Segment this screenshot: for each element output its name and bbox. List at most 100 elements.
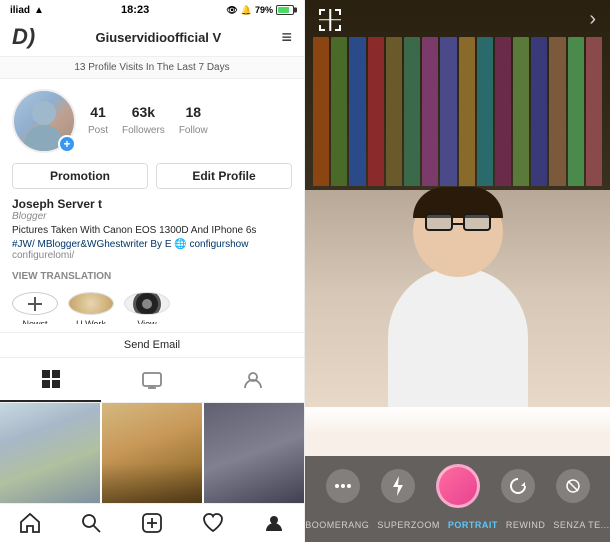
- followers-stat[interactable]: 63k Followers: [122, 104, 165, 138]
- nav-add[interactable]: [122, 512, 183, 534]
- mode-senza[interactable]: SENZA TE...: [553, 520, 609, 530]
- person-silhouette: [358, 187, 558, 407]
- tab-grid[interactable]: [0, 358, 101, 402]
- highlight-add[interactable]: Newst: [12, 292, 58, 324]
- tab-user[interactable]: [203, 358, 304, 402]
- add-icon: [141, 512, 163, 534]
- dots-icon: [334, 480, 352, 492]
- camera-bottom-bar: BOOMERANG SUPERZOOM PORTRAIT REWIND SENZ…: [305, 456, 610, 542]
- wifi-icon: ▲: [34, 5, 44, 16]
- crosshair-icon: [319, 9, 341, 31]
- glass-right: [463, 213, 491, 231]
- nav-profile[interactable]: [243, 512, 304, 534]
- person-head: [413, 187, 503, 277]
- photo-cell-1[interactable]: [0, 403, 100, 503]
- highlights-row: Newst U Work View: [0, 286, 304, 332]
- add-story-button[interactable]: +: [58, 135, 76, 153]
- profile-buttons: Promotion Edit Profile: [0, 159, 304, 197]
- carrier-text: iliad: [10, 5, 30, 16]
- grid-icon: [40, 368, 62, 390]
- send-email-button[interactable]: Send Email: [0, 332, 304, 358]
- nofilter-icon: [565, 478, 581, 494]
- camera-icons-row: [305, 456, 610, 516]
- profile-hashtag: #JW/ MBlogger&WGhestwriter By E 🌐 config…: [12, 239, 292, 250]
- nav-home[interactable]: [0, 512, 61, 534]
- nav-heart[interactable]: [182, 512, 243, 534]
- nav-search[interactable]: [61, 512, 122, 534]
- profile-name: Joseph Server t: [12, 197, 292, 211]
- camera-modes: BOOMERANG SUPERZOOM PORTRAIT REWIND SENZ…: [305, 516, 610, 536]
- search-icon: [80, 512, 102, 534]
- mode-rewind[interactable]: REWIND: [506, 520, 546, 530]
- photo-cell-2[interactable]: [102, 403, 202, 503]
- followers-count: 63k: [122, 104, 165, 120]
- highlight-granola-circle: [68, 292, 114, 315]
- profile-icon: [263, 512, 285, 534]
- highlight-lens[interactable]: View: [124, 292, 170, 324]
- posts-stat: 41 Post: [88, 104, 108, 138]
- camera-rewind-button[interactable]: [501, 469, 535, 503]
- promotion-button[interactable]: Promotion: [12, 163, 148, 189]
- camera-flash-button[interactable]: [381, 469, 415, 503]
- status-left: iliad ▲: [10, 5, 44, 16]
- glass-bridge: [453, 223, 463, 225]
- following-count: 18: [179, 104, 208, 120]
- user-icon: [242, 369, 264, 391]
- posts-count: 41: [88, 104, 108, 120]
- instagram-profile-panel: iliad ▲ 18:23 👁 🔔 79% D) Giuservidiooffi…: [0, 0, 305, 542]
- status-right: 👁 🔔 79%: [226, 5, 294, 16]
- heart-icon: [202, 512, 224, 534]
- person-glasses: [423, 213, 493, 235]
- profile-link[interactable]: configurelomi/: [12, 250, 292, 261]
- bottom-nav: [0, 503, 304, 542]
- posts-label: Post: [88, 125, 108, 136]
- battery-text: 79%: [255, 5, 273, 15]
- books: [305, 37, 610, 186]
- highlight-add-circle: [12, 292, 58, 315]
- visits-banner: 13 Profile Visits In The Last 7 Days: [0, 57, 304, 79]
- edit-profile-button[interactable]: Edit Profile: [156, 163, 292, 189]
- followers-label: Followers: [122, 125, 165, 136]
- avatar-wrapper: +: [12, 89, 76, 153]
- tab-bar: [0, 358, 304, 403]
- following-label: Follow: [179, 125, 208, 136]
- app-logo: D): [12, 24, 35, 50]
- chevron-right-icon[interactable]: ›: [589, 8, 596, 31]
- status-time: 18:23: [121, 4, 149, 16]
- profile-info: Joseph Server t Blogger Pictures Taken W…: [0, 197, 304, 267]
- camera-record-button[interactable]: [436, 464, 480, 508]
- camera-dots-button[interactable]: [326, 469, 360, 503]
- menu-button[interactable]: ≡: [281, 27, 292, 48]
- camera-panel: ›: [305, 0, 610, 542]
- highlight-lens-label: View: [137, 319, 156, 324]
- mode-boomerang[interactable]: BOOMERANG: [305, 520, 369, 530]
- eye-icon: 👁: [226, 5, 237, 16]
- photo-cell-3[interactable]: [204, 403, 304, 503]
- camera-nofilter-button[interactable]: [556, 469, 590, 503]
- highlight-granola-label: U Work: [76, 319, 106, 324]
- view-translation-button[interactable]: VIEW TRANSLATION: [0, 267, 304, 286]
- person-shirt: [388, 267, 528, 407]
- battery-icon: [276, 5, 294, 15]
- tv-icon: [141, 369, 163, 391]
- photo-grid: [0, 403, 304, 503]
- volume-icon: 🔔: [241, 5, 252, 16]
- home-icon: [19, 512, 41, 534]
- stats-row: 41 Post 63k Followers 18 Follow: [88, 104, 208, 138]
- rewind-icon: [509, 477, 527, 495]
- profile-header: + 41 Post 63k Followers 18 Follow: [0, 79, 304, 159]
- lightning-icon: [391, 476, 405, 496]
- highlight-granola[interactable]: U Work: [68, 292, 114, 324]
- highlight-new-label: Newst: [22, 319, 47, 324]
- camera-top-bar: ›: [305, 8, 610, 31]
- nav-bar: D) Giuservidioofficial V ≡: [0, 18, 304, 57]
- profile-username: Giuservidioofficial V: [96, 30, 222, 45]
- tab-tv[interactable]: [101, 358, 202, 402]
- following-stat[interactable]: 18 Follow: [179, 104, 208, 138]
- profile-bio-title: Blogger: [12, 211, 292, 222]
- profile-bio: Pictures Taken With Canon EOS 1300D And …: [12, 224, 292, 237]
- glass-left: [425, 213, 453, 231]
- status-bar: iliad ▲ 18:23 👁 🔔 79%: [0, 0, 304, 18]
- mode-portrait[interactable]: PORTRAIT: [448, 520, 498, 530]
- mode-superzoom[interactable]: SUPERZOOM: [377, 520, 440, 530]
